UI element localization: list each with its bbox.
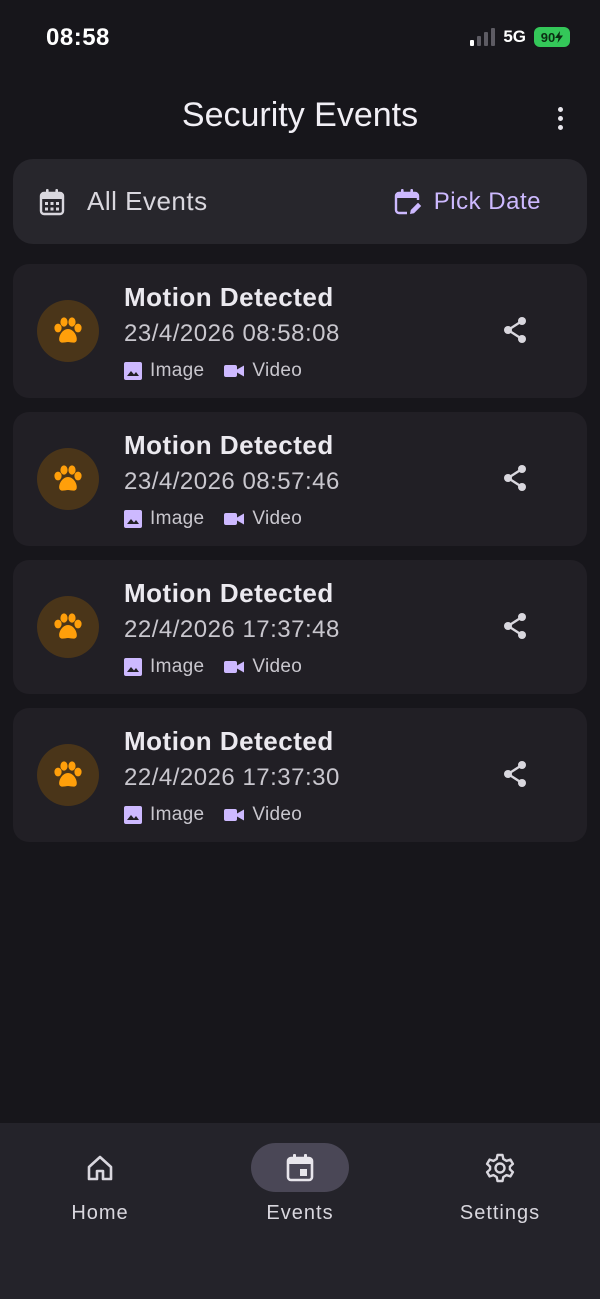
pick-date-button[interactable]: Pick Date [394, 159, 541, 244]
status-time: 08:58 [46, 24, 110, 51]
image-icon [124, 510, 142, 528]
event-card[interactable]: Motion Detected 22/4/2026 17:37:48 Image… [13, 560, 587, 694]
event-media: Image Video [124, 804, 302, 826]
image-tag[interactable]: Image [124, 508, 204, 530]
share-icon [504, 465, 526, 491]
event-card[interactable]: Motion Detected 22/4/2026 17:37:30 Image… [13, 708, 587, 842]
video-tag[interactable]: Video [224, 656, 302, 678]
event-card[interactable]: Motion Detected 23/4/2026 08:58:08 Image… [13, 264, 587, 398]
paw-icon [54, 613, 82, 639]
edit-calendar-icon [394, 188, 421, 214]
gear-icon [485, 1153, 515, 1182]
event-avatar [37, 596, 99, 658]
charging-bolt-icon [555, 31, 564, 43]
nav-label-events: Events [266, 1202, 334, 1224]
filter-label: All Events [87, 186, 208, 216]
videocam-icon [224, 661, 245, 673]
more-vert-icon [557, 106, 563, 112]
video-tag[interactable]: Video [224, 508, 302, 530]
security-events-screen: 08:58 5G 90 Security Events All Events P… [0, 0, 600, 1299]
event-title: Motion Detected [124, 578, 334, 608]
event-list: Motion Detected 23/4/2026 08:58:08 Image… [13, 264, 587, 856]
image-icon [124, 658, 142, 676]
filter-bar: All Events Pick Date [13, 159, 587, 244]
share-button[interactable] [499, 314, 531, 346]
event-media: Image Video [124, 656, 302, 678]
signal-icon [470, 28, 496, 46]
event-media: Image Video [124, 508, 302, 530]
nav-item-settings[interactable]: Settings [400, 1143, 600, 1243]
event-timestamp: 23/4/2026 08:57:46 [124, 468, 340, 495]
image-icon [124, 806, 142, 824]
nav-item-events[interactable]: Events [200, 1143, 400, 1243]
image-tag[interactable]: Image [124, 804, 204, 826]
app-header: Security Events [0, 88, 600, 148]
network-label: 5G [503, 27, 526, 46]
share-button[interactable] [499, 462, 531, 494]
event-timestamp: 22/4/2026 17:37:30 [124, 764, 340, 791]
image-label: Image [150, 508, 205, 529]
image-tag[interactable]: Image [124, 360, 204, 382]
share-icon [504, 761, 526, 787]
event-avatar [37, 448, 99, 510]
video-label: Video [252, 508, 303, 529]
event-title: Motion Detected [124, 282, 334, 312]
filter-selection: All Events [39, 159, 208, 244]
event-timestamp: 23/4/2026 08:58:08 [124, 320, 340, 347]
video-tag[interactable]: Video [224, 804, 302, 826]
videocam-icon [224, 365, 245, 377]
nav-icon-container [51, 1143, 149, 1192]
status-indicators: 5G 90 [470, 27, 570, 47]
more-options-button[interactable] [542, 100, 578, 136]
nav-item-home[interactable]: Home [0, 1143, 200, 1243]
image-icon [124, 362, 142, 380]
status-bar: 08:58 5G 90 [0, 0, 600, 76]
video-tag[interactable]: Video [224, 360, 302, 382]
event-icon [286, 1153, 314, 1181]
image-label: Image [150, 360, 205, 381]
nav-label-home: Home [71, 1202, 129, 1224]
paw-icon [54, 317, 82, 343]
page-title: Security Events [181, 96, 419, 134]
event-card[interactable]: Motion Detected 23/4/2026 08:57:46 Image… [13, 412, 587, 546]
image-tag[interactable]: Image [124, 656, 204, 678]
event-avatar [37, 744, 99, 806]
calendar-icon [39, 188, 65, 215]
video-label: Video [252, 804, 303, 825]
nav-icon-container [451, 1143, 549, 1192]
bottom-navigation: Home Events Settings [0, 1123, 600, 1299]
event-media: Image Video [124, 360, 302, 382]
event-title: Motion Detected [124, 430, 334, 460]
share-button[interactable] [499, 758, 531, 790]
event-timestamp: 22/4/2026 17:37:48 [124, 616, 340, 643]
image-label: Image [150, 656, 205, 677]
battery-level: 90 [540, 29, 556, 45]
nav-label-settings: Settings [459, 1202, 541, 1224]
image-label: Image [150, 804, 205, 825]
video-label: Video [252, 360, 303, 381]
share-icon [504, 317, 526, 343]
paw-icon [54, 465, 82, 491]
videocam-icon [224, 513, 245, 525]
event-title: Motion Detected [124, 726, 334, 756]
pick-date-label: Pick Date [433, 187, 541, 215]
video-label: Video [252, 656, 303, 677]
battery-icon: 90 [534, 27, 570, 47]
share-icon [504, 613, 526, 639]
event-avatar [37, 300, 99, 362]
paw-icon [54, 761, 82, 787]
home-icon [87, 1155, 113, 1180]
share-button[interactable] [499, 610, 531, 642]
videocam-icon [224, 809, 245, 821]
nav-icon-container-active [251, 1143, 349, 1192]
